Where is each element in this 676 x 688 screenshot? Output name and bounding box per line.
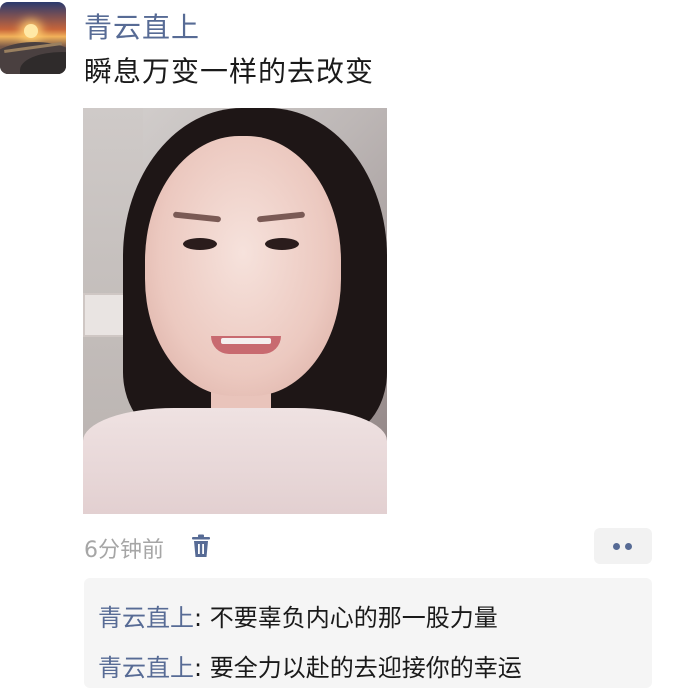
trash-icon[interactable]	[190, 534, 212, 558]
photo-mouth	[211, 336, 281, 354]
comments-panel: 青云直上: 不要辜负内心的那一股力量 青云直上: 要全力以赴的去迎接你的幸运	[84, 578, 652, 688]
photo-shelf	[83, 293, 127, 337]
comment-item: 青云直上: 要全力以赴的去迎接你的幸运	[98, 648, 522, 683]
comment-separator: :	[194, 654, 210, 682]
post-text: 瞬息万变一样的去改变	[84, 55, 375, 88]
photo-face	[145, 136, 341, 396]
comment-author[interactable]: 青云直上	[98, 604, 194, 632]
photo-eye	[183, 238, 217, 250]
post-photo[interactable]	[83, 108, 387, 514]
comment-item: 青云直上: 不要辜负内心的那一股力量	[98, 598, 498, 633]
comment-text: 要全力以赴的去迎接你的幸运	[209, 654, 522, 682]
more-button[interactable]	[594, 528, 652, 564]
comment-author[interactable]: 青云直上	[98, 654, 194, 682]
photo-body	[83, 408, 387, 514]
post-username[interactable]: 青云直上	[84, 6, 200, 46]
photo-brow	[172, 211, 222, 223]
comment-text: 不要辜负内心的那一股力量	[209, 604, 498, 632]
avatar[interactable]	[0, 2, 66, 74]
photo-brow	[256, 211, 306, 223]
more-dots-icon	[613, 543, 620, 550]
photo-eye	[265, 238, 299, 250]
comment-separator: :	[194, 604, 210, 632]
avatar-sun	[24, 24, 38, 38]
more-dots-icon	[625, 543, 632, 550]
post-timestamp: 6分钟前	[84, 538, 164, 563]
